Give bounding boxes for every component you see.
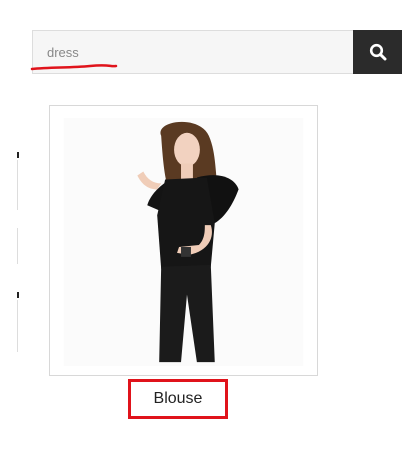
product-name-highlight[interactable]: Blouse [128,379,228,419]
edge-fragment [17,292,19,298]
red-annotation-underline [30,64,118,71]
edge-fragment [17,152,19,158]
search-icon [369,43,387,61]
edge-fragment [17,300,18,352]
edge-fragment [17,228,18,264]
search-button[interactable] [353,30,402,74]
product-name[interactable]: Blouse [154,390,203,408]
product-card[interactable] [49,105,318,376]
edge-fragment [17,160,18,210]
product-image[interactable] [50,106,317,375]
